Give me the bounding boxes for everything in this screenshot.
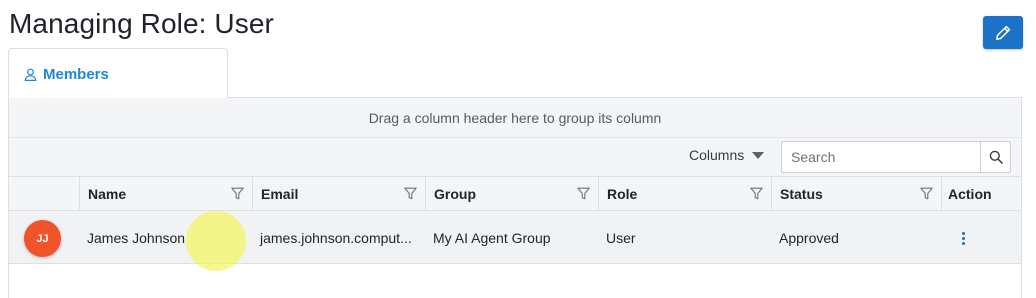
header-status[interactable]: Status [771, 177, 941, 211]
cell-role: User [606, 229, 636, 246]
tab-members-label: Members [43, 66, 109, 83]
filter-icon[interactable] [577, 187, 590, 200]
filter-icon[interactable] [231, 187, 244, 200]
header-name[interactable]: Name [79, 177, 252, 211]
filter-icon[interactable] [920, 187, 933, 200]
header-avatar [9, 177, 79, 211]
header-role-label: Role [607, 186, 638, 202]
header-group[interactable]: Group [425, 177, 598, 211]
search-input[interactable] [782, 142, 980, 172]
header-action: Action [941, 177, 1021, 211]
cell-status: Approved [779, 229, 839, 246]
page-title: Managing Role: User [9, 8, 274, 39]
table-row[interactable]: JJ James Johnson james.johnson.comput...… [9, 211, 1021, 264]
grid-header-row: Name Email Group Role Status Action [9, 177, 1021, 211]
columns-label: Columns [689, 147, 745, 163]
cell-name: James Johnson [87, 229, 186, 246]
avatar: JJ [24, 220, 61, 257]
avatar-initials: JJ [36, 232, 49, 245]
header-action-label: Action [948, 186, 992, 202]
members-grid: Drag a column header here to group its c… [8, 97, 1022, 298]
header-email[interactable]: Email [252, 177, 425, 211]
header-role[interactable]: Role [598, 177, 771, 211]
edit-button[interactable] [983, 16, 1023, 49]
header-status-label: Status [780, 186, 823, 202]
pencil-icon [996, 25, 1011, 40]
caret-down-icon [752, 151, 765, 159]
search-button[interactable] [980, 142, 1010, 172]
header-group-label: Group [434, 186, 476, 202]
filter-icon[interactable] [750, 187, 763, 200]
search-icon [989, 150, 1003, 164]
kebab-menu-icon[interactable] [953, 228, 973, 248]
grid-toolbar: Columns [9, 138, 1021, 177]
user-icon [24, 68, 37, 81]
group-panel[interactable]: Drag a column header here to group its c… [9, 98, 1021, 138]
filter-icon[interactable] [404, 187, 417, 200]
cell-email: james.johnson.comput... [260, 229, 412, 246]
columns-button[interactable]: Columns [689, 147, 765, 163]
header-email-label: Email [261, 186, 299, 202]
search-box [781, 141, 1011, 173]
tab-members[interactable]: Members [8, 48, 228, 98]
group-hint: Drag a column header here to group its c… [368, 109, 662, 126]
header-name-label: Name [88, 186, 127, 202]
cell-group: My AI Agent Group [433, 229, 551, 246]
